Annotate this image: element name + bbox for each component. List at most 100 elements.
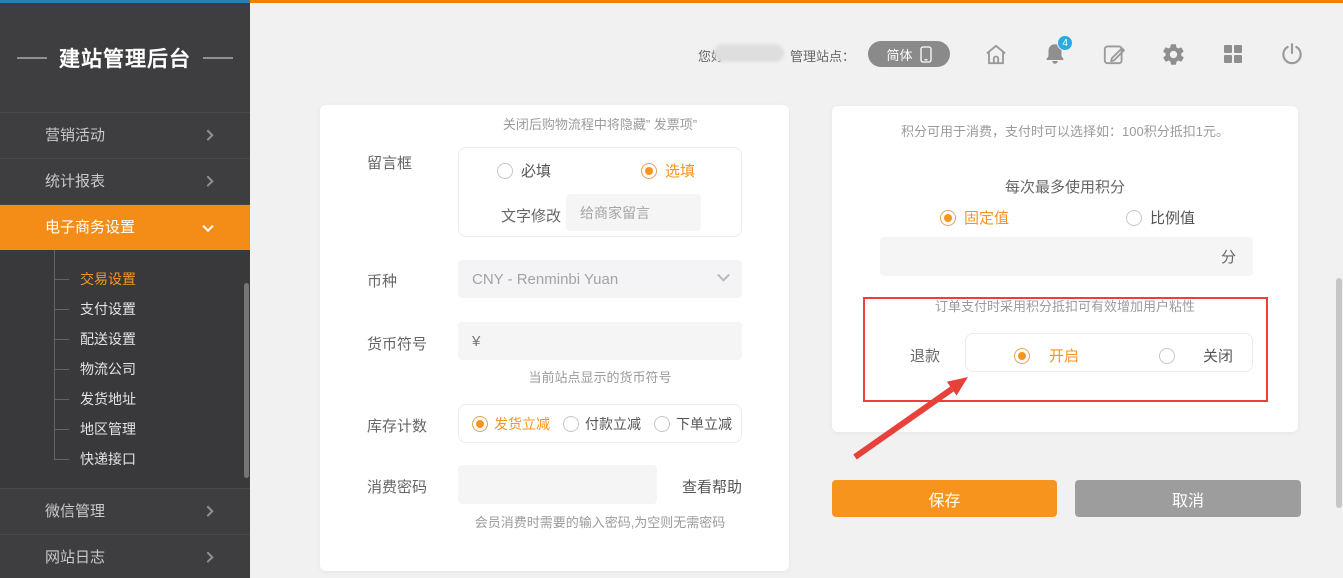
- radio-refund-off-label[interactable]: 关闭: [1203, 345, 1233, 366]
- stock-count-label: 库存计数: [367, 415, 427, 436]
- radio-pay-deduct[interactable]: [563, 416, 579, 432]
- consume-password-hint: 会员消费时需要的输入密码,为空则无需密码: [430, 512, 770, 531]
- sidebar-item-label: 统计报表: [45, 173, 105, 190]
- submenu-label: 地区管理: [80, 421, 136, 437]
- submenu-label: 发货地址: [80, 391, 136, 407]
- points-usage-hint: 积分可用于消费，支付时可以选择如：100积分抵扣1元。: [832, 121, 1298, 140]
- refund-label: 退款: [910, 345, 940, 366]
- message-box-group: 必填 选填 文字修改: [458, 147, 742, 237]
- main-scrollbar[interactable]: [1336, 278, 1342, 508]
- manage-site-label: 管理站点：: [790, 46, 855, 65]
- submenu-item-payment-settings[interactable]: 支付设置: [0, 294, 250, 324]
- logo-dash-left: [17, 57, 47, 59]
- radio-optional-label[interactable]: 选填: [665, 160, 695, 181]
- chevron-right-icon: [202, 129, 213, 140]
- consume-password-input[interactable]: [458, 465, 657, 504]
- radio-ratio-value-label[interactable]: 比例值: [1150, 207, 1195, 228]
- points-settings-card: 积分可用于消费，支付时可以选择如：100积分抵扣1元。 每次最多使用积分 固定值…: [832, 106, 1298, 432]
- sidebar-item-label: 微信管理: [45, 503, 105, 520]
- submenu-item-region-management[interactable]: 地区管理: [0, 414, 250, 444]
- points-unit-suffix: 分: [1221, 246, 1236, 267]
- chevron-right-icon: [202, 505, 213, 516]
- radio-pay-deduct-label[interactable]: 付款立减: [585, 414, 641, 434]
- fixed-value-option[interactable]: 固定值: [940, 207, 1009, 228]
- sidebar-item-label: 营销活动: [45, 127, 105, 144]
- radio-required-label[interactable]: 必填: [521, 160, 551, 181]
- stock-option-pay-deduct[interactable]: 付款立减: [563, 414, 641, 434]
- points-input-wrap: 分: [880, 237, 1253, 276]
- logo-dash-right: [203, 57, 233, 59]
- submenu-label: 物流公司: [80, 361, 136, 377]
- submenu-label: 支付设置: [80, 301, 136, 317]
- sidebar-item-wechat[interactable]: 微信管理: [0, 488, 250, 534]
- max-points-input[interactable]: [897, 248, 1221, 265]
- currency-select-value: CNY - Renminbi Yuan: [472, 271, 618, 288]
- stock-count-group: 发货立减 付款立减 下单立减: [458, 404, 742, 443]
- view-help-link[interactable]: 查看帮助: [682, 476, 742, 497]
- trade-settings-card: 关闭后购物流程中将隐藏” 发票项” 留言框 必填 选填 文字修改 币种 CNY …: [320, 105, 789, 571]
- consume-password-label: 消费密码: [367, 476, 427, 497]
- save-button[interactable]: 保存: [832, 480, 1057, 517]
- submenu-item-delivery-settings[interactable]: 配送设置: [0, 324, 250, 354]
- header-icon-bar: 4: [982, 40, 1306, 68]
- power-logout-icon[interactable]: [1278, 40, 1306, 68]
- submenu-item-express-api[interactable]: 快递接口: [0, 444, 250, 474]
- max-points-label: 每次最多使用积分: [832, 176, 1298, 197]
- stock-option-order-deduct[interactable]: 下单立减: [654, 414, 732, 434]
- sidebar-item-label: 电子商务设置: [45, 219, 135, 236]
- chevron-down-icon: [202, 220, 213, 231]
- chevron-down-icon: [717, 268, 730, 281]
- language-pill[interactable]: 简体: [868, 41, 950, 67]
- radio-refund-on-label[interactable]: 开启: [1049, 345, 1079, 366]
- refund-off-option[interactable]: 关闭: [1159, 345, 1233, 366]
- mobile-phone-icon: [920, 46, 932, 63]
- deduction-hint: 订单支付时采用积分抵扣可有效增加用户粘性: [832, 296, 1298, 315]
- redacted-username: [714, 44, 784, 62]
- edit-icon[interactable]: [1100, 40, 1128, 68]
- submenu-item-trade-settings[interactable]: 交易设置: [0, 264, 250, 294]
- notifications-bell-icon[interactable]: 4: [1041, 40, 1069, 68]
- sidebar-item-ecommerce-settings[interactable]: 电子商务设置: [0, 204, 250, 250]
- radio-optional[interactable]: [641, 163, 657, 179]
- sidebar-item-marketing[interactable]: 营销活动: [0, 112, 250, 158]
- cancel-button[interactable]: 取消: [1075, 480, 1301, 517]
- radio-ship-deduct-label[interactable]: 发货立减: [494, 414, 550, 434]
- sidebar: 建站管理后台 营销活动 统计报表 电子商务设置 交易设置 支付设置 配送设置 物…: [0, 3, 250, 578]
- radio-refund-on[interactable]: [1014, 348, 1030, 364]
- message-required-option[interactable]: 必填: [497, 160, 551, 181]
- radio-required[interactable]: [497, 163, 513, 179]
- sidebar-item-statistics[interactable]: 统计报表: [0, 158, 250, 204]
- invoice-hint: 关闭后购物流程中将隐藏” 发票项”: [450, 114, 750, 133]
- text-edit-label: 文字修改: [501, 205, 561, 226]
- chevron-right-icon: [202, 175, 213, 186]
- refund-on-option[interactable]: 开启: [1014, 345, 1079, 366]
- chevron-right-icon: [202, 551, 213, 562]
- message-optional-option[interactable]: 选填: [641, 160, 695, 181]
- submenu-item-logistics-company[interactable]: 物流公司: [0, 354, 250, 384]
- currency-select[interactable]: CNY - Renminbi Yuan: [458, 260, 742, 298]
- radio-fixed-value[interactable]: [940, 210, 956, 226]
- ratio-value-option[interactable]: 比例值: [1126, 207, 1195, 228]
- radio-ship-deduct[interactable]: [472, 416, 488, 432]
- refund-group: 开启 关闭: [965, 333, 1253, 372]
- sidebar-item-label: 网站日志: [45, 549, 105, 566]
- currency-symbol-hint: 当前站点显示的货币符号: [458, 367, 742, 386]
- radio-refund-off[interactable]: [1159, 348, 1175, 364]
- radio-order-deduct[interactable]: [654, 416, 670, 432]
- currency-symbol-input[interactable]: [458, 322, 742, 360]
- radio-fixed-value-label[interactable]: 固定值: [964, 207, 1009, 228]
- sidebar-scrollbar[interactable]: [244, 283, 249, 478]
- notification-badge: 4: [1057, 35, 1073, 51]
- app-logo: 建站管理后台: [0, 3, 250, 112]
- message-text-input[interactable]: [566, 194, 701, 231]
- submenu-item-shipping-address[interactable]: 发货地址: [0, 384, 250, 414]
- home-icon[interactable]: [982, 40, 1010, 68]
- radio-ratio-value[interactable]: [1126, 210, 1142, 226]
- submenu-label: 快递接口: [80, 451, 136, 467]
- apps-grid-icon[interactable]: [1219, 40, 1247, 68]
- radio-order-deduct-label[interactable]: 下单立减: [676, 414, 732, 434]
- stock-option-ship-deduct[interactable]: 发货立减: [472, 414, 550, 434]
- message-box-label: 留言框: [367, 152, 412, 173]
- sidebar-item-site-log[interactable]: 网站日志: [0, 534, 250, 578]
- settings-gear-icon[interactable]: [1160, 40, 1188, 68]
